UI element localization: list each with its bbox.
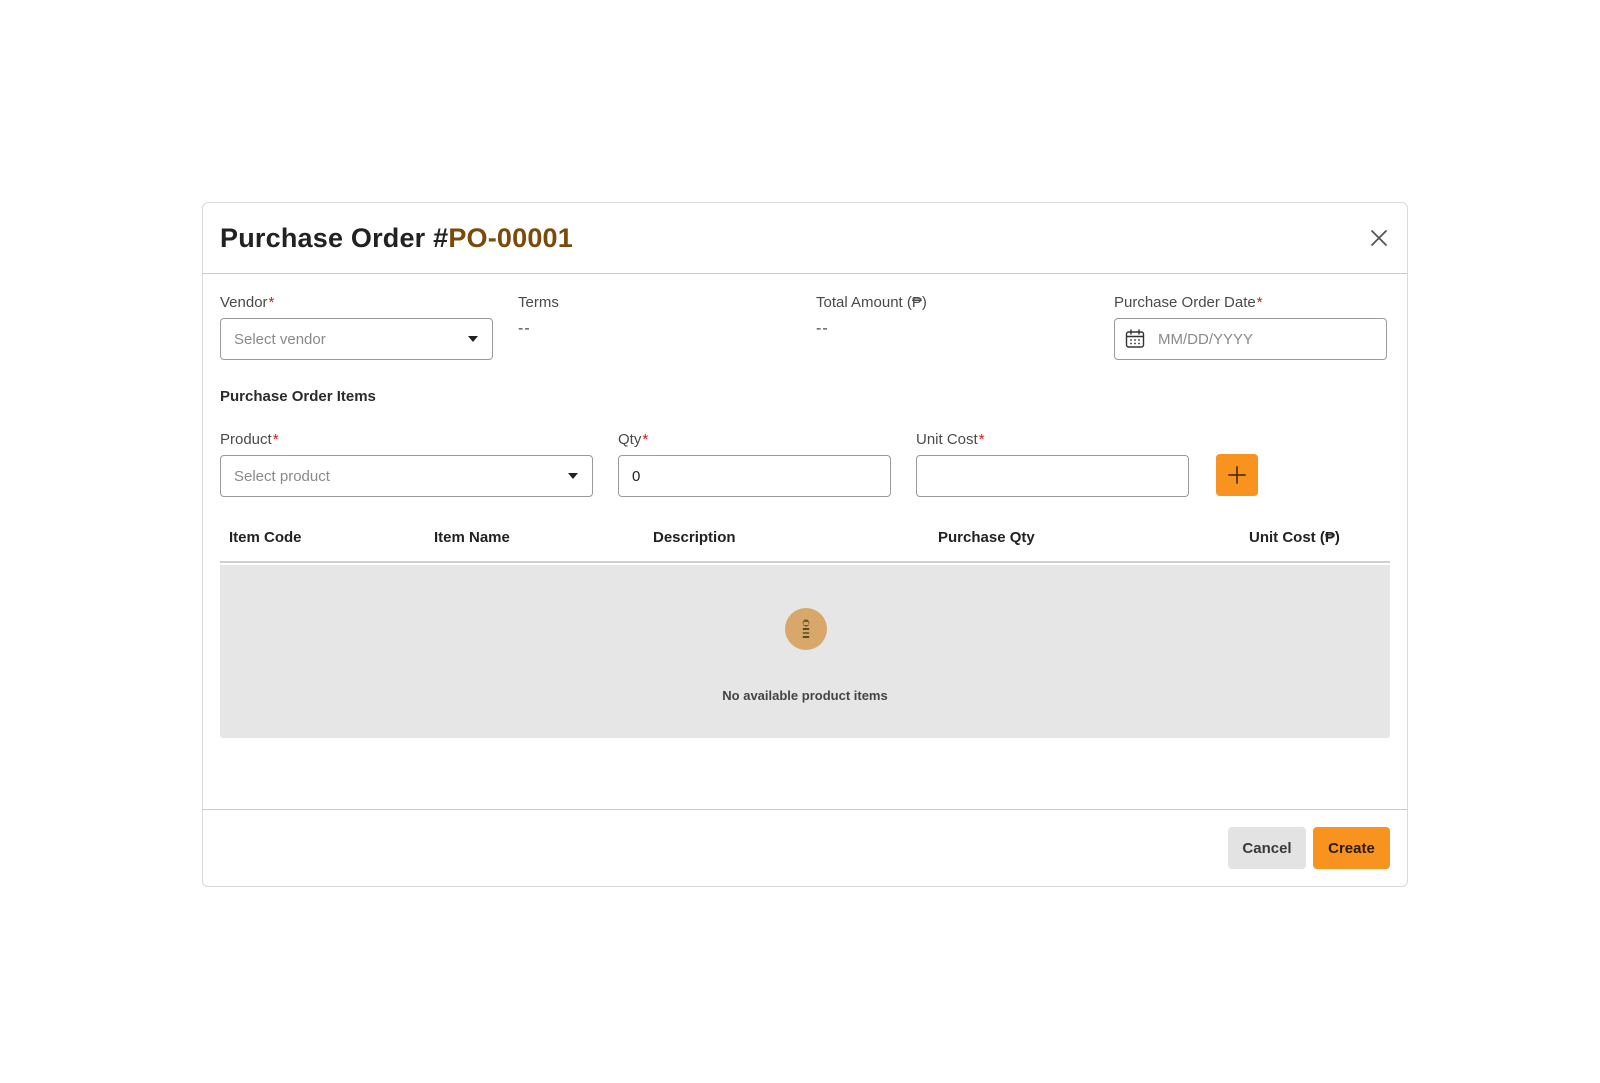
modal-footer: Cancel Create xyxy=(203,809,1407,886)
vendor-select[interactable]: Select vendor xyxy=(220,318,493,360)
po-date-label: Purchase Order Date* xyxy=(1114,294,1263,311)
product-select-placeholder: Select product xyxy=(234,467,330,485)
product-select[interactable]: Select product xyxy=(220,455,593,497)
chevron-down-icon xyxy=(468,336,478,342)
required-mark: * xyxy=(272,431,279,448)
product-label-text: Product xyxy=(220,431,272,448)
qty-value: 0 xyxy=(632,467,641,485)
cancel-button[interactable]: Cancel xyxy=(1228,827,1306,869)
column-header: Description xyxy=(653,529,736,546)
close-icon xyxy=(1371,230,1387,246)
total-amount-value: -- xyxy=(816,320,829,337)
column-header: Item Name xyxy=(434,529,510,546)
purchase-order-modal: Purchase Order #PO-00001 Vendor* Select … xyxy=(202,202,1408,887)
calendar-icon[interactable] xyxy=(1124,328,1146,350)
modal-title: Purchase Order #PO-00001 xyxy=(220,223,573,254)
plus-icon xyxy=(1228,466,1246,484)
items-empty-state: No available product items xyxy=(220,565,1390,738)
terms-label: Terms xyxy=(518,294,559,311)
po-date-placeholder: MM/DD/YYYY xyxy=(1158,330,1254,348)
modal-header: Purchase Order #PO-00001 xyxy=(203,203,1407,274)
po-date-label-text: Purchase Order Date xyxy=(1114,294,1256,311)
add-item-button[interactable] xyxy=(1216,454,1258,496)
required-mark: * xyxy=(978,431,985,448)
unit-cost-label: Unit Cost* xyxy=(916,431,985,448)
unit-cost-label-text: Unit Cost xyxy=(916,431,978,448)
unit-cost-input[interactable] xyxy=(916,455,1189,497)
required-mark: * xyxy=(268,294,275,311)
items-section-title: Purchase Order Items xyxy=(220,388,376,405)
terms-value: -- xyxy=(518,320,531,337)
vendor-label: Vendor* xyxy=(220,294,274,311)
vendor-select-placeholder: Select vendor xyxy=(234,330,326,348)
po-number: PO-00001 xyxy=(448,223,573,253)
qty-label: Qty* xyxy=(618,431,648,448)
column-header: Item Code xyxy=(229,529,302,546)
required-mark: * xyxy=(1256,294,1263,311)
items-table-header: Item Code Item Name Description Purchase… xyxy=(220,519,1390,563)
total-amount-label: Total Amount (₱) xyxy=(816,294,927,311)
create-button[interactable]: Create xyxy=(1313,827,1390,869)
empty-box-icon xyxy=(785,608,827,650)
empty-state-message: No available product items xyxy=(722,688,888,703)
column-header: Unit Cost (₱) xyxy=(1249,529,1340,546)
required-mark: * xyxy=(642,431,649,448)
vendor-label-text: Vendor xyxy=(220,294,268,311)
close-button[interactable] xyxy=(1369,228,1389,248)
qty-label-text: Qty xyxy=(618,431,642,448)
column-header: Purchase Qty xyxy=(938,529,1035,546)
qty-input[interactable]: 0 xyxy=(618,455,891,497)
product-label: Product* xyxy=(220,431,279,448)
title-prefix: Purchase Order # xyxy=(220,223,449,253)
po-date-input[interactable]: MM/DD/YYYY xyxy=(1114,318,1387,360)
chevron-down-icon xyxy=(568,473,578,479)
